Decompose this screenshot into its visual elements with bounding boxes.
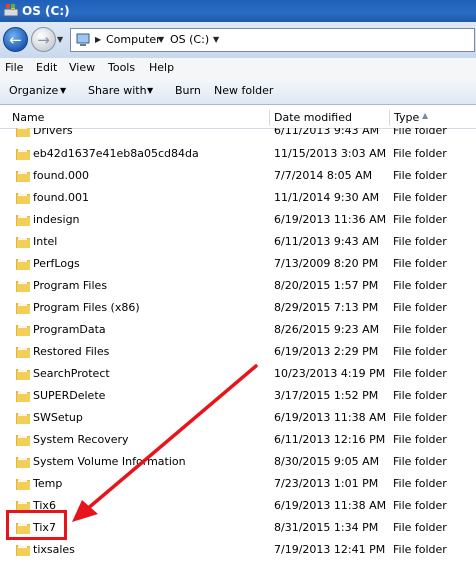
annotation-arrow (72, 364, 258, 522)
